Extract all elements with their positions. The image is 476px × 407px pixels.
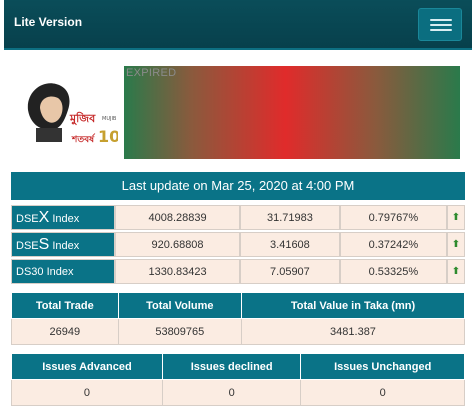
banner-status: EXPIRED <box>126 67 177 79</box>
svg-text:100: 100 <box>98 127 118 146</box>
index-change: 3.41608 <box>240 232 340 257</box>
svg-text:MUJIB: MUJIB <box>102 116 117 122</box>
index-name: DSES Index <box>11 232 115 257</box>
banner-ad[interactable]: EXPIRED <box>124 66 460 159</box>
menu-bar-icon <box>430 24 452 26</box>
issues-unchanged-header: Issues Unchanged <box>300 353 465 380</box>
index-value: 1330.83423 <box>115 259 241 284</box>
brand-title[interactable]: Lite Version <box>14 15 82 29</box>
last-update-bar: Last update on Mar 25, 2020 at 4:00 PM <box>11 172 465 200</box>
index-row-dsex[interactable]: DSEX Index 4008.28839 31.71983 0.79767% … <box>11 205 465 230</box>
total-volume-value: 53809765 <box>117 318 243 345</box>
double-up-arrow-icon: ⬆ <box>447 205 465 230</box>
total-trade-header: Total Trade <box>11 292 119 319</box>
index-percent: 0.53325% <box>339 259 447 284</box>
index-percent: 0.37242% <box>339 232 447 257</box>
double-up-arrow-icon: ⬆ <box>447 232 465 257</box>
svg-text:শতবর্ষ: শতবর্ষ <box>71 133 96 145</box>
index-change: 31.71983 <box>240 205 340 230</box>
index-name: DSEX Index <box>11 205 115 230</box>
index-change: 7.05907 <box>240 259 340 284</box>
index-row-dses[interactable]: DSES Index 920.68808 3.41608 0.37242% ⬆ <box>11 232 465 257</box>
issues-unchanged-value: 0 <box>300 379 465 406</box>
index-value: 4008.28839 <box>115 205 241 230</box>
issues-declined-header: Issues declined <box>161 353 302 380</box>
index-value: 920.68808 <box>115 232 241 257</box>
menu-bar-icon <box>430 19 452 21</box>
issues-advanced-value: 0 <box>11 379 163 406</box>
total-value-taka: 3481.387 <box>241 318 465 345</box>
total-value-header: Total Value in Taka (mn) <box>241 292 465 319</box>
index-name: DS30 Index <box>11 259 115 284</box>
total-volume-header: Total Volume <box>117 292 243 319</box>
index-row-ds30[interactable]: DS30 Index 1330.83423 7.05907 0.53325% ⬆ <box>11 259 465 284</box>
index-table: DSEX Index 4008.28839 31.71983 0.79767% … <box>11 203 465 286</box>
menu-bar-icon <box>430 29 452 31</box>
index-percent: 0.79767% <box>339 205 447 230</box>
mujib-100-logo: মুজিব শতবর্ষ MUJIB 100 <box>27 83 118 146</box>
issues-declined-value: 0 <box>161 379 302 406</box>
hamburger-menu-button[interactable] <box>418 8 462 41</box>
double-up-arrow-icon: ⬆ <box>447 259 465 284</box>
issues-table: Issues Advanced Issues declined Issues U… <box>11 353 465 406</box>
svg-text:মুজিব: মুজিব <box>69 111 96 126</box>
issues-advanced-header: Issues Advanced <box>11 353 163 380</box>
top-navbar: Lite Version <box>4 0 472 50</box>
trade-stats-table: Total Trade Total Volume Total Value in … <box>11 292 465 345</box>
total-trade-value: 26949 <box>11 318 119 345</box>
